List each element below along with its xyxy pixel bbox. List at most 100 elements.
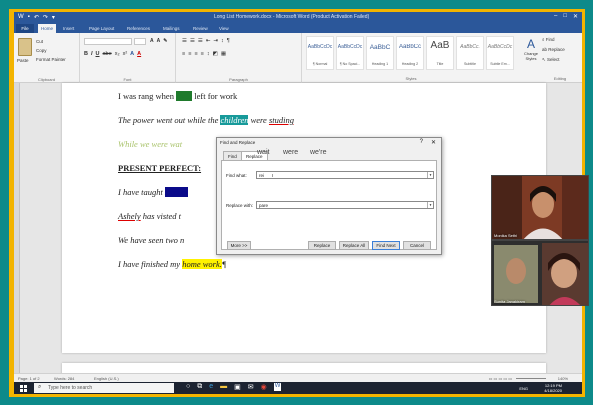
redo-icon[interactable]: ↷: [43, 14, 48, 21]
save-icon[interactable]: ▪: [28, 14, 30, 21]
clock-date[interactable]: 4/18/2020: [544, 388, 562, 393]
style-heading-1[interactable]: AaBbC Heading 1: [366, 36, 394, 70]
taskbar-search-box[interactable]: ⌕ Type here to search: [34, 383, 174, 393]
style-heading-2[interactable]: AaBbCc Heading 2: [396, 36, 424, 70]
find-what-label: Find what:: [226, 173, 247, 178]
line-spacing-icon[interactable]: ↕: [207, 51, 210, 57]
numbering-icon[interactable]: ☰: [190, 38, 195, 44]
undo-icon[interactable]: ↶: [34, 14, 39, 21]
paste-icon[interactable]: [18, 38, 32, 56]
italic-button[interactable]: I: [91, 51, 93, 57]
customize-qat-icon[interactable]: ▾: [52, 14, 55, 21]
zoom-level[interactable]: 140%: [558, 376, 568, 381]
replace-with-input[interactable]: pare ▾: [256, 201, 434, 209]
change-styles-button[interactable]: A Change Styles: [521, 37, 541, 61]
shrink-font-icon[interactable]: A: [157, 38, 161, 44]
replace-button[interactable]: ab Replace: [542, 47, 565, 52]
bold-button[interactable]: B: [84, 51, 88, 57]
grow-font-icon[interactable]: A: [150, 38, 154, 44]
word-icon[interactable]: W: [18, 14, 24, 21]
windows-start-icon[interactable]: [20, 385, 27, 392]
more-button[interactable]: More >>: [227, 241, 251, 250]
status-words[interactable]: Words: 284: [54, 376, 74, 381]
bullets-icon[interactable]: ☰: [182, 38, 187, 44]
video-tile-1[interactable]: Monika Sethi: [491, 175, 589, 240]
find-what-input[interactable]: rei I ▾: [256, 171, 434, 179]
align-left-icon[interactable]: ≡: [182, 51, 185, 57]
dialog-tab-find[interactable]: Find: [223, 151, 242, 160]
file-explorer-icon[interactable]: ▬: [220, 383, 227, 391]
shading-icon[interactable]: ◩: [213, 51, 218, 57]
pilcrow-icon[interactable]: ¶: [227, 38, 230, 44]
text-effects-button[interactable]: A: [130, 51, 134, 57]
borders-icon[interactable]: ▦: [221, 51, 226, 57]
increase-indent-icon[interactable]: ⇥: [213, 38, 218, 44]
chrome-icon[interactable]: ◉: [261, 383, 267, 391]
find-what-value: rei: [259, 173, 265, 178]
find-history-dropdown[interactable]: ▾: [427, 172, 433, 178]
clear-format-icon[interactable]: ✎: [163, 38, 167, 44]
text-run: I was rang when: [118, 91, 177, 101]
paste-label[interactable]: Paste: [17, 58, 29, 63]
text-run: I have finished my: [118, 259, 183, 269]
find-next-button[interactable]: Find Next: [372, 241, 400, 250]
superscript-button[interactable]: x²: [123, 51, 128, 57]
tab-file[interactable]: File: [16, 24, 34, 33]
minimize-button[interactable]: –: [554, 13, 557, 20]
title-bar: W ▪ ↶ ↷ ▾ Long List Homework.docx - Micr…: [14, 12, 582, 23]
strikethrough-button[interactable]: abe: [103, 51, 112, 57]
replace-history-dropdown[interactable]: ▾: [427, 202, 433, 208]
find-label: Find: [545, 37, 555, 42]
maximize-button[interactable]: □: [563, 13, 567, 20]
subscript-button[interactable]: x₂: [115, 51, 120, 57]
zoom-slider[interactable]: [516, 378, 546, 379]
font-color-button[interactable]: A: [137, 51, 141, 57]
format-painter-button[interactable]: Format Painter: [36, 57, 66, 62]
tab-mailings[interactable]: Mailings: [160, 24, 183, 33]
task-view-icon[interactable]: ⧉: [197, 383, 202, 391]
find-button[interactable]: ⌕ Find: [542, 37, 565, 42]
style-no-spacing[interactable]: AaBbCcDc ¶ No Spaci...: [336, 36, 364, 70]
style-subtle-emphasis[interactable]: AaBbCcDc Subtle Em...: [486, 36, 514, 70]
tab-home[interactable]: Home: [38, 24, 57, 33]
participant-video: [492, 241, 588, 305]
edge-icon[interactable]: e: [209, 383, 213, 391]
replace-all-button[interactable]: Replace All: [339, 241, 369, 250]
help-button[interactable]: ?: [420, 139, 423, 145]
align-buttons: ≡ ≡ ≡ ≡ ↕ ◩ ▦: [182, 51, 226, 57]
justify-icon[interactable]: ≡: [201, 51, 204, 57]
decrease-indent-icon[interactable]: ⇤: [206, 38, 211, 44]
sort-icon[interactable]: ↕: [221, 38, 224, 44]
styles-group-label: Styles: [405, 76, 417, 81]
word-taskbar-icon[interactable]: W: [273, 383, 282, 391]
tab-view[interactable]: View: [216, 24, 232, 33]
cortana-icon[interactable]: ○: [186, 383, 190, 391]
dialog-close-button[interactable]: ✕: [431, 139, 436, 146]
view-buttons[interactable]: ▭ ▭ ▭ ▭ ▭: [489, 376, 512, 381]
close-window-button[interactable]: ✕: [573, 13, 578, 20]
align-center-icon[interactable]: ≡: [188, 51, 191, 57]
align-right-icon[interactable]: ≡: [194, 51, 197, 57]
tab-references[interactable]: References: [124, 24, 153, 33]
status-page[interactable]: Page: 1 of 2: [18, 376, 40, 381]
tab-page-layout[interactable]: Page Layout: [86, 24, 117, 33]
video-tile-2[interactable]: Sunita Janakiram: [491, 240, 589, 306]
select-button[interactable]: ↖ Select: [542, 57, 565, 63]
copy-button[interactable]: Copy: [36, 48, 47, 53]
style-title[interactable]: AaB Title: [426, 36, 454, 70]
tab-review[interactable]: Review: [190, 24, 211, 33]
cancel-button[interactable]: Cancel: [403, 241, 431, 250]
style-subtitle[interactable]: AaBbCc. Subtitle: [456, 36, 484, 70]
mail-icon[interactable]: ✉: [248, 383, 254, 391]
cut-button[interactable]: Cut: [36, 39, 43, 44]
tab-insert[interactable]: Insert: [60, 24, 77, 33]
input-language[interactable]: ENG: [519, 386, 528, 391]
multilevel-list-icon[interactable]: ☰: [198, 38, 203, 44]
font-size-box[interactable]: [134, 38, 146, 45]
replace-button[interactable]: Replace: [308, 241, 336, 250]
store-icon[interactable]: ▣: [234, 383, 241, 391]
underline-button[interactable]: U: [96, 51, 100, 57]
font-name-box[interactable]: [84, 38, 132, 45]
style-normal[interactable]: AaBbCcDc ¶ Normal: [306, 36, 334, 70]
status-language[interactable]: English (U.S.): [94, 376, 119, 381]
